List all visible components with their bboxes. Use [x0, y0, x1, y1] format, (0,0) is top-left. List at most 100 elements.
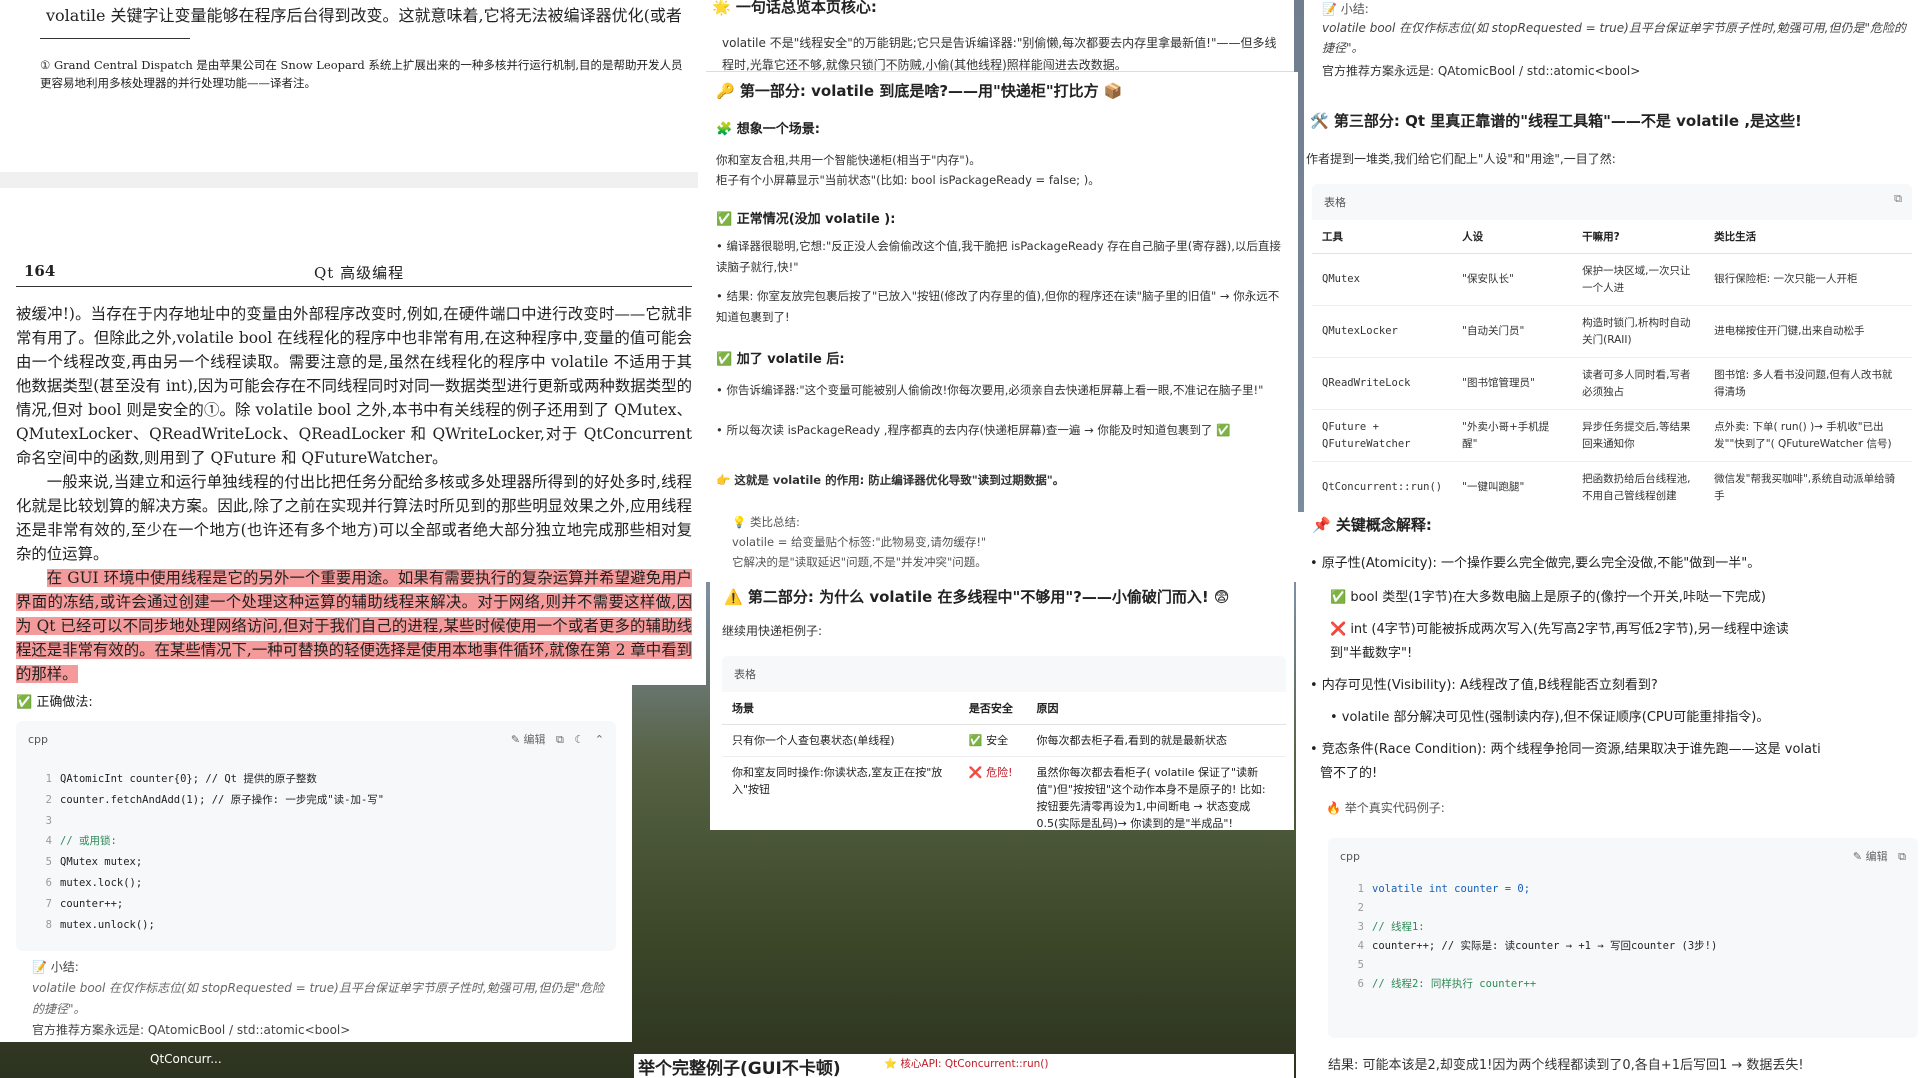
copy-icon[interactable]: ⧉: [1898, 850, 1906, 863]
table-cell: "一键叫跑腿": [1452, 461, 1573, 512]
atomicity-ok: ✅ bool 类型(1字节)在大多数电脑上是原子的(像拧一个开关,咔哒一下完成): [1330, 590, 1766, 605]
table-cell: 你每次都去柜子看,看到的就是最新状态: [1026, 724, 1286, 757]
page-title: Qt 高级编程: [314, 264, 405, 282]
book-page-window: volatile 关键字让变量能够在程序后台得到改变。这就意味着,它将无法被编译…: [0, 0, 706, 685]
visibility-item: • 内存可见性(Visibility): A线程改了值,B线程能否立刻看到?: [1310, 678, 1658, 693]
safety-table: 表格 场景 是否安全 原因 只有你一个人查包裹状态(单线程) ✅ 安全 你每次都…: [722, 656, 1286, 830]
table-cell: 图书馆: 多人看书没问题,但有人改书就得清场: [1704, 357, 1912, 410]
collapse-icon[interactable]: ⌃: [595, 733, 604, 746]
table-caption: 表格: [1324, 196, 1346, 209]
page-number: 164: [24, 262, 56, 280]
table-cell: 读者可多人同时看,写者必须独占: [1572, 357, 1705, 410]
table-cell: QReadWriteLock: [1312, 357, 1453, 410]
summary-head: 📝 小结:: [32, 960, 79, 974]
table-cell: "自动关门员": [1452, 305, 1573, 358]
atomicity-item: • 原子性(Atomicity): 一个操作要么完全做完,要么完全没做,不能"做…: [1310, 556, 1761, 571]
edit-icon[interactable]: ✎: [511, 733, 520, 746]
table-cell: 进电梯按住开门键,出来自动松手: [1704, 305, 1912, 358]
table-header: 场景: [722, 692, 959, 725]
volatile-case-bullet-1: • 你告诉编译器:"这个变量可能被别人偷偷改!你每次要用,必须亲自去快递柜屏幕上…: [716, 383, 1264, 397]
code-line: 4 counter++; // 实际是: 读counter → +1 → 写回co…: [1357, 940, 1718, 952]
code-line: 3: [45, 814, 52, 827]
edit-button[interactable]: 编辑: [524, 733, 546, 746]
example-title: 举个完整例子(GUI不卡顿): [638, 1059, 841, 1078]
taskbar-label[interactable]: QtConcurr...: [150, 1052, 222, 1066]
bottom-strip: 举个完整例子(GUI不卡顿) ⭐ 核心API: QtConcurrent::ru…: [634, 1054, 1294, 1078]
code-line: 7 counter++;: [45, 897, 124, 910]
table-cell: 你和室友同时操作:你读状态,室友正在按"放入"按钮: [722, 756, 959, 830]
code-line: 5: [1357, 959, 1364, 971]
section-title: ✅ 正确做法:: [16, 695, 93, 710]
copy-icon[interactable]: ⧉: [556, 733, 564, 746]
scene-title: 🧩 想象一个场景:: [716, 122, 820, 137]
table-caption-bar: 表格 ⧉: [1312, 184, 1912, 220]
overview-text: volatile 不是"线程安全"的万能钥匙;它只是告诉编译器:"别偷懒,每次都…: [722, 36, 1277, 72]
part2-lead: 继续用快递柜例子:: [722, 624, 823, 638]
edit-button[interactable]: 编辑: [1866, 850, 1888, 863]
table-cell: QMutex: [1312, 253, 1453, 306]
visibility-sub: • volatile 部分解决可见性(强制读内存),但不保证顺序(CPU可能重排…: [1330, 710, 1770, 725]
normal-case-bullet-2: • 结果: 你室友放完包裹后按了"已放入"按钮(修改了内存里的值),但你的程序还…: [716, 289, 1280, 324]
edit-icon[interactable]: ✎: [1853, 850, 1862, 863]
summary-window: 📝 小结: volatile bool 在仅作标志位(如 stopRequest…: [1304, 0, 1920, 92]
part1-window: 🔑 第一部分: volatile 到底是啥?——用"快递柜"打比方 📦 🧩 想象…: [698, 72, 1298, 582]
correct-method-window: ✅ 正确做法: cpp ✎ 编辑 ⧉ ☾ ⌃ 1 QAtomicInt count…: [0, 685, 632, 1042]
table-header: 类比生活: [1704, 220, 1912, 254]
part3-lead: 作者提到一堆类,我们给它们配上"人设"和"用途",一目了然:: [1306, 152, 1616, 166]
theme-icon[interactable]: ☾: [574, 733, 584, 746]
summary-line: volatile bool 在仅作标志位(如 stopRequested = t…: [32, 981, 604, 1016]
book-footnote: ① Grand Central Dispatch 是由苹果公司在 Snow Le…: [40, 58, 683, 90]
summary-recommend: 官方推荐方案永远是: QAtomicBool / std::atomic<boo…: [1322, 64, 1641, 78]
book-paragraph-2: 一般来说,当建立和运行单独线程的付出比把任务分配给多核或多处理器所得到的好处多时…: [16, 473, 692, 563]
normal-case-title: ✅ 正常情况(没加 volatile ):: [716, 212, 896, 227]
table-cell: 虽然你每次都去看柜子( volatile 保证了"读新值")但"按按钮"这个动作…: [1026, 756, 1286, 830]
table-cell: 异步任务提交后,等结果回来通知你: [1572, 409, 1705, 462]
page-header: 164 Qt 高级编程: [24, 262, 694, 282]
scene-paragraph-2: 柜子有个小屏幕显示"当前状态"(比如: bool isPackageReady …: [716, 173, 1100, 187]
book-body: 被缓冲!)。当存在于内存地址中的变量由外部程序改变时,例如,在硬件端口中进行改变…: [16, 302, 692, 685]
code-line: 3// 线程1:: [1357, 921, 1425, 933]
table-cell: "保安队长": [1452, 253, 1573, 306]
table-row: QMutex "保安队长" 保护一块区域,一次只让一个人进 银行保险柜: 一次只…: [1312, 253, 1912, 306]
header-rule: [16, 286, 692, 287]
code-line: 1 volatile int counter = 0;: [1357, 883, 1531, 895]
atomicity-bad: ❌ int (4字节)可能被拆成两次写入(先写高2字节,再写低2字节),另一线程…: [1330, 622, 1789, 637]
code-line: 6 mutex.lock();: [45, 876, 143, 889]
table-cell: "外卖小哥+手机提醒": [1452, 409, 1573, 462]
analogy-note-line-2: 它解决的是"读取延迟"问题,不是"并发冲突"问题。: [732, 555, 987, 569]
summary-recommend: 官方推荐方案永远是: QAtomicBool / std::atomic<boo…: [32, 1023, 351, 1037]
footnote-rule: [40, 38, 190, 39]
table-cell: QFuture + QFutureWatcher: [1312, 409, 1453, 462]
summary-head: 📝 小结:: [1322, 2, 1369, 16]
book-paragraph-3: 在 GUI 环境中使用线程是它的另外一个重要用途。如果有需要执行的复杂运算并希望…: [16, 569, 692, 683]
result-text: 结果: 可能本该是2,却变成1!因为两个线程都读到了0,各自+1后写回1 → 数…: [1328, 1058, 1804, 1073]
table-cell: 微信发"帮我买咖啡",系统自动派单给骑手: [1704, 461, 1912, 512]
code-toolbar: ✎ 编辑 ⧉ ☾ ⌃: [511, 731, 604, 747]
part2-window: ⚠️ 第二部分: 为什么 volatile 在多线程中"不够用"?——小偷破门而…: [710, 582, 1294, 830]
atomicity-bad-cont: 到"半截数字"!: [1330, 646, 1413, 661]
table-cell: 只有你一个人查包裹状态(单线程): [722, 724, 959, 757]
table-row: QMutexLocker "自动关门员" 构造时锁门,析构时自动关门(RAII)…: [1312, 305, 1912, 358]
table-cell: ✅ 安全: [958, 724, 1027, 757]
code-line: 2: [1357, 902, 1364, 914]
table-header: 工具: [1312, 220, 1453, 254]
table-cell: 点外卖: 下单( run() )→ 手机收"已出发""快到了"( QFuture…: [1704, 409, 1912, 462]
overview-window: 🌟 一句话总览本页核心: volatile 不是"线程安全"的万能钥匙;它只是告…: [706, 0, 1294, 72]
table-row: QReadWriteLock "图书馆管理员" 读者可多人同时看,写者必须独占 …: [1312, 357, 1912, 410]
part4-window: 📌 关键概念解释: • 原子性(Atomicity): 一个操作要么完全做完,要…: [1296, 512, 1920, 1078]
table-cell: 构造时锁门,析构时自动关门(RAII): [1572, 305, 1705, 358]
analogy-note-line-1: volatile = 给变量贴个标签:"此物易变,请勿缓存!": [732, 535, 987, 549]
code-line: 5 QMutex mutex;: [45, 856, 143, 869]
part3-window: 🛠️ 第三部分: Qt 里真正靠谱的"线程工具箱"——不是 volatile ,…: [1304, 92, 1920, 512]
code-lines: 1 QAtomicInt counter{0}; // Qt 提供的原子整数 2c…: [36, 769, 384, 935]
toolbox-table: 表格 ⧉ 工具 人设 干嘛用? 类比生活 QMutex "保安队长" 保护一块区…: [1312, 184, 1912, 512]
table-row: 你和室友同时操作:你读状态,室友正在按"放入"按钮 ❌ 危险! 虽然你每次都去看…: [722, 756, 1286, 830]
copy-icon[interactable]: ⧉: [1894, 192, 1902, 206]
table-cell: 银行保险柜: 一次只能一人开柜: [1704, 253, 1912, 306]
table-caption: 表格: [734, 668, 756, 681]
table-cell: 保护一块区域,一次只让一个人进: [1572, 253, 1705, 306]
scene-paragraph-1: 你和室友合租,共用一个智能快递柜(相当于"内存")。: [716, 153, 981, 167]
code-block: cpp ✎ 编辑 ⧉ ☾ ⌃ 1 QAtomicInt counter{0}; /…: [16, 721, 616, 951]
summary-line: volatile bool 在仅作标志位(如 stopRequested = t…: [1322, 21, 1906, 55]
code-line: 2 counter.fetchAndAdd(1); // 原子操作: 一步完成"读…: [45, 793, 385, 806]
